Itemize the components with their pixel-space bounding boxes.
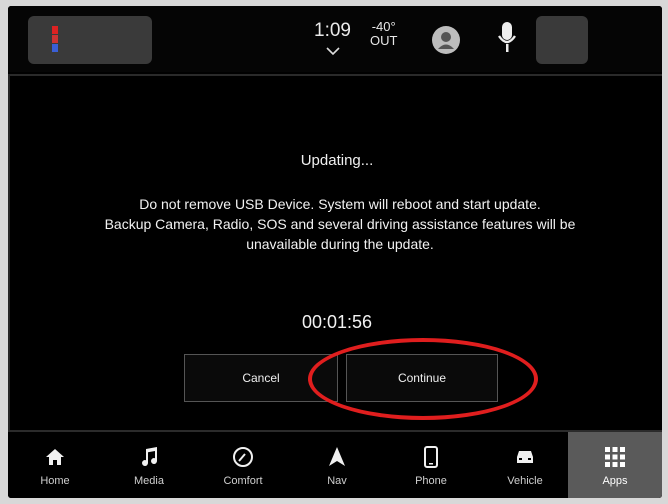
dialog-title: Updating... [300,152,374,169]
update-dialog: Updating... Do not remove USB Device. Sy… [8,74,662,430]
nav-item-apps[interactable]: Apps [568,432,662,498]
nav-item-nav[interactable]: Nav [290,432,384,498]
chevron-down-icon[interactable] [326,44,340,58]
outside-temperature: -40° OUT [370,20,397,48]
home-icon [46,449,64,465]
navigation-arrow-icon [329,447,345,466]
nav-label-comfort: Comfort [223,475,263,487]
nav-item-media[interactable]: Media [102,432,196,498]
message-line-2: Backup Camera, Radio, SOS and several dr… [104,216,576,232]
display-screen: 1:09 -40° OUT Updating... Do not remove … [8,6,662,498]
apps-grid-icon [605,447,625,467]
nav-item-vehicle[interactable]: Vehicle [478,432,572,498]
phone-icon [424,446,438,468]
nav-label-home: Home [40,475,70,487]
nav-item-comfort[interactable]: Comfort [196,432,290,498]
dialog-message: Do not remove USB Device. System will re… [50,194,630,254]
nav-label-phone: Phone [415,475,447,487]
profile-icon[interactable] [432,26,460,54]
nav-label-nav: Nav [327,475,347,487]
status-right-button[interactable] [536,16,588,64]
nav-item-home[interactable]: Home [8,432,102,498]
climate-dial-icon [233,447,253,467]
nav-item-phone[interactable]: Phone [384,432,478,498]
nav-label-media: Media [134,475,164,487]
cancel-button[interactable]: Cancel [184,354,338,402]
nav-label-vehicle: Vehicle [507,475,543,487]
temperature-value: -40° [371,19,396,34]
seat-heat-icon [52,26,60,54]
continue-button[interactable]: Continue [346,354,498,402]
message-line-3: unavailable during the update. [246,236,434,252]
nav-label-apps: Apps [602,475,628,487]
bottom-nav-bar: Home Media Comfort Nav Phone Vehicle App… [8,430,662,498]
car-icon [517,451,533,463]
status-bar: 1:09 -40° OUT [8,6,662,72]
clock-time[interactable]: 1:09 [314,20,351,42]
microphone-icon[interactable] [496,20,518,56]
message-line-1: Do not remove USB Device. System will re… [139,196,541,212]
temperature-label: OUT [370,33,398,48]
update-timer: 00:01:56 [301,312,373,332]
seat-status-button[interactable] [28,16,152,64]
music-note-icon [142,447,158,467]
